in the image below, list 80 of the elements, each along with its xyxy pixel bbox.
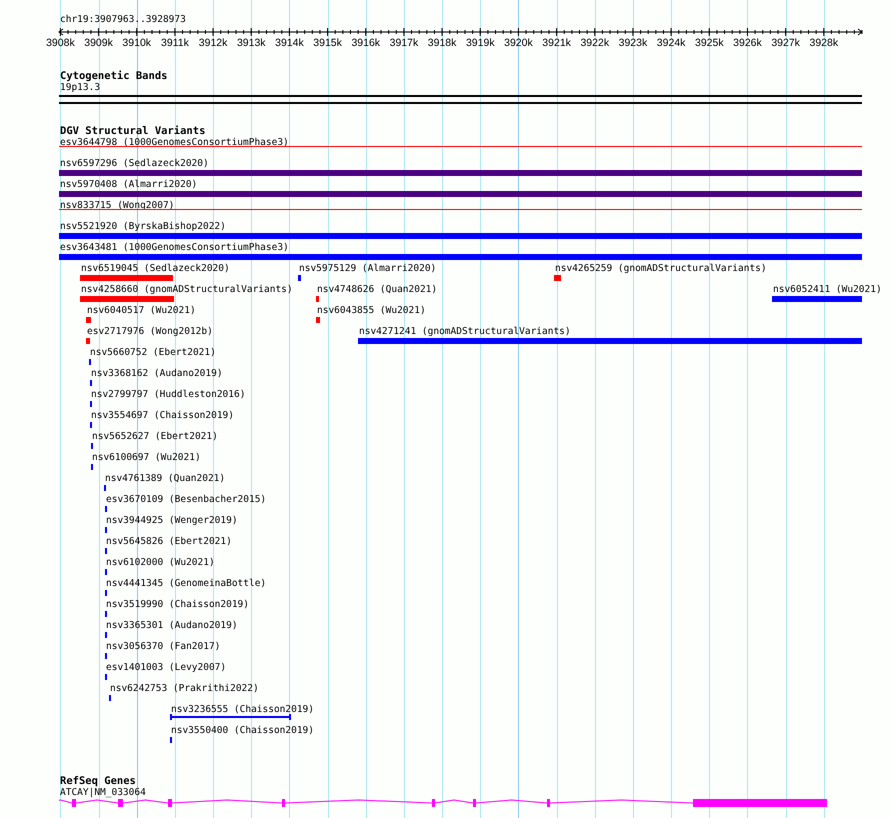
variant-label[interactable]: nsv5975129 (Almarri2020) <box>299 263 436 274</box>
variant-label[interactable]: esv3644798 (1000GenomesConsortiumPhase3) <box>60 137 289 148</box>
scale-label: 3925k <box>694 37 724 49</box>
variant-label[interactable]: nsv833715 (Wong2007) <box>60 200 174 211</box>
scale-label: 3919k <box>466 37 495 49</box>
variant-bar[interactable] <box>59 233 862 239</box>
scale-label: 3926k <box>733 37 762 49</box>
variant-label[interactable]: nsv5645826 (Ebert2021) <box>106 536 232 547</box>
variant-label[interactable]: nsv6242753 (Prakrithi2022) <box>110 683 259 694</box>
variant-label[interactable]: nsv6519045 (Sedlazeck2020) <box>81 263 230 274</box>
variant-bar[interactable] <box>59 254 862 260</box>
variant-bar[interactable] <box>86 317 91 323</box>
variant-label[interactable]: nsv4441345 (GenomeinaBottle) <box>106 578 266 589</box>
scale-label: 3923k <box>618 37 648 49</box>
variant-label[interactable]: esv3643481 (1000GenomesConsortiumPhase3) <box>60 242 289 253</box>
variant-label[interactable]: nsv3368162 (Audano2019) <box>91 368 223 379</box>
scale-label: 3910k <box>122 37 152 49</box>
variant-label[interactable]: nsv5660752 (Ebert2021) <box>90 347 216 358</box>
track-title: Cytogenetic Bands <box>60 70 168 82</box>
scale-label: 3922k <box>580 37 610 49</box>
variant-label[interactable]: nsv4271241 (gnomADStructuralVariants) <box>359 326 571 337</box>
variant-label[interactable]: nsv5652627 (Ebert2021) <box>92 431 218 442</box>
variant-label[interactable]: nsv3365301 (Audano2019) <box>106 620 238 631</box>
scale-label: 3912k <box>198 37 228 49</box>
variant-bar[interactable] <box>80 296 174 302</box>
variant-label[interactable]: nsv4761389 (Quan2021) <box>105 473 226 484</box>
scale-label: 3908k <box>46 37 75 49</box>
scale-label: 3918k <box>428 37 456 49</box>
variant-line[interactable] <box>59 146 862 147</box>
scale-label: 3917k <box>390 37 418 49</box>
scale-label: 3927k <box>771 37 800 49</box>
variant-label[interactable]: nsv6597296 (Sedlazeck2020) <box>60 158 209 169</box>
gene-label[interactable]: ATCAY|NM_033064 <box>60 787 146 798</box>
scale-label: 3928k <box>810 37 838 49</box>
variant-bar[interactable] <box>59 170 862 176</box>
track-title: RefSeq Genes <box>60 775 136 787</box>
scale-label: 3911k <box>160 37 189 49</box>
variant-label[interactable]: nsv5521920 (ByrskaBishop2022) <box>60 221 226 232</box>
scale-label: 3915k <box>313 37 342 49</box>
variant-label[interactable]: nsv5970408 (Almarri2020) <box>60 179 198 190</box>
variant-bar[interactable] <box>298 275 301 281</box>
variant-bar[interactable] <box>358 338 862 344</box>
variant-bar[interactable] <box>59 191 862 197</box>
variant-label[interactable]: nsv3944925 (Wenger2019) <box>106 515 238 526</box>
variant-bar[interactable] <box>316 317 320 323</box>
variant-label[interactable]: nsv3056370 (Fan2017) <box>106 641 220 652</box>
variant-bar[interactable] <box>554 275 561 281</box>
variant-bar[interactable] <box>80 275 173 281</box>
variant-label[interactable]: esv2717976 (Wong2012b) <box>87 326 213 337</box>
variant-label[interactable]: esv3670109 (Besenbacher2015) <box>106 494 266 505</box>
scale-label: 3909k <box>84 37 113 49</box>
variant-label[interactable]: nsv6052411 (Wu2021) <box>773 284 882 295</box>
variant-label[interactable]: nsv2799797 (Huddleston2016) <box>91 389 246 400</box>
band-label: 19p13.3 <box>60 82 100 93</box>
scale-label: 3924k <box>656 37 686 49</box>
variant-span[interactable] <box>170 714 291 720</box>
variant-label[interactable]: nsv3236555 (Chaisson2019) <box>171 704 314 715</box>
variant-label[interactable]: nsv3550400 (Chaisson2019) <box>171 725 314 736</box>
variant-label[interactable]: nsv6100697 (Wu2021) <box>92 452 201 463</box>
variant-bar[interactable] <box>86 338 90 344</box>
variant-label[interactable]: nsv6102000 (Wu2021) <box>106 557 215 568</box>
gene-model[interactable] <box>59 799 827 807</box>
location-label: chr19:3907963..3928973 <box>60 14 186 26</box>
variant-label[interactable]: nsv4748626 (Quan2021) <box>317 284 438 295</box>
track-title: DGV Structural Variants <box>60 125 206 137</box>
variant-label[interactable]: nsv4258660 (gnomADStructuralVariants) <box>81 284 293 295</box>
variant-bar[interactable] <box>316 296 319 302</box>
variant-bar[interactable] <box>772 296 862 302</box>
scale-label: 3920k <box>504 37 533 49</box>
scale-label: 3914k <box>275 37 304 49</box>
variant-label[interactable]: nsv4265259 (gnomADStructuralVariants) <box>555 263 767 274</box>
scale-label: 3916k <box>351 37 380 49</box>
variant-line[interactable] <box>59 209 862 210</box>
scale-label: 3913k <box>236 37 266 49</box>
variant-label[interactable]: nsv3554697 (Chaisson2019) <box>91 410 234 421</box>
variant-label[interactable]: nsv6040517 (Wu2021) <box>87 305 196 316</box>
variant-label[interactable]: esv1401003 (Levy2007) <box>106 662 226 673</box>
scale-label: 3921k <box>542 37 571 49</box>
variant-label[interactable]: nsv3519990 (Chaisson2019) <box>106 599 249 610</box>
variant-label[interactable]: nsv6043855 (Wu2021) <box>317 305 426 316</box>
